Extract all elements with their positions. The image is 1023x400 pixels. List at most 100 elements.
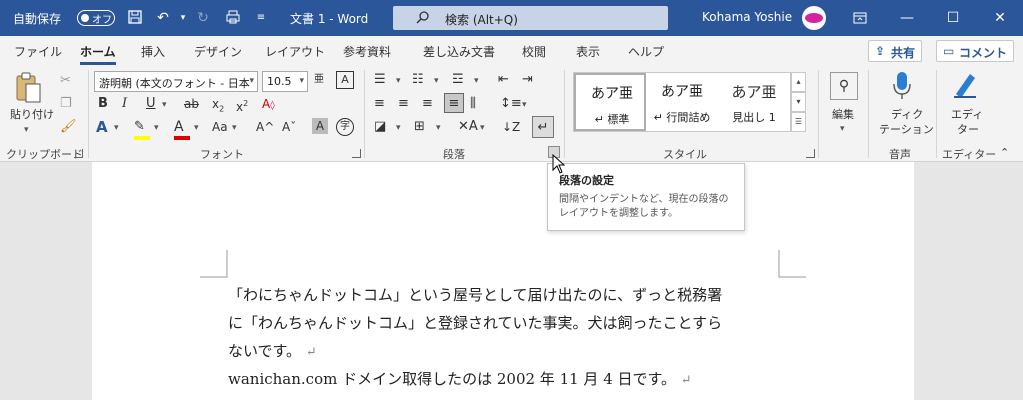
increase-indent-icon[interactable]: ⇥ — [522, 71, 533, 89]
editor-group-label: エディター — [942, 148, 997, 161]
align-right-icon[interactable]: ≡ — [422, 95, 433, 113]
margin-corner-top-right — [778, 250, 806, 278]
tab-layout[interactable]: レイアウト — [265, 43, 325, 60]
bullets-icon[interactable]: ☰ — [374, 71, 386, 89]
undo-icon[interactable]: ↶ — [154, 9, 172, 27]
autosave-toggle[interactable]: オフ — [77, 10, 115, 26]
save-icon[interactable] — [126, 9, 144, 27]
user-name[interactable]: Kohama Yoshie — [702, 10, 792, 24]
distributed-icon[interactable]: ⫼ — [470, 95, 476, 113]
styles-launcher-icon[interactable] — [806, 149, 815, 158]
highlight-dropdown-icon[interactable]: ▾ — [154, 119, 159, 137]
numbering-icon[interactable]: ☷ — [412, 71, 424, 89]
style-sample: あア亜 — [661, 84, 703, 100]
style-heading-1[interactable]: あア亜 見出し 1 — [718, 73, 790, 131]
underline-icon[interactable]: U — [146, 95, 156, 113]
avatar[interactable] — [802, 6, 826, 30]
undo-dropdown-icon[interactable]: ▾ — [174, 9, 192, 27]
style-normal[interactable]: あア亜 ↵ 標準 — [574, 73, 646, 131]
styles-group-label: スタイル — [663, 148, 707, 161]
change-case-dropdown-icon[interactable]: ▾ — [232, 119, 237, 137]
font-size-box[interactable]: 10.5 ▾ — [262, 71, 308, 92]
tab-mailings[interactable]: 差し込み文書 — [423, 43, 495, 60]
strikethrough-icon[interactable]: ab — [184, 95, 199, 113]
tab-review[interactable]: 校閲 — [522, 43, 546, 60]
enclose-characters-icon[interactable]: A — [336, 71, 354, 89]
text-effects-dropdown-icon[interactable]: ▾ — [114, 119, 119, 137]
gallery-more-icon[interactable]: ☰ — [791, 112, 806, 132]
bold-icon[interactable]: B — [98, 95, 108, 113]
search-box[interactable]: 検索 (Alt+Q) — [393, 6, 668, 30]
tab-design[interactable]: デザイン — [194, 43, 242, 60]
font-name-box[interactable]: 游明朝 (本文のフォント - 日本 ▾ — [94, 71, 258, 92]
customize-qat-icon[interactable]: ≡ — [252, 9, 270, 27]
maximize-icon[interactable]: ☐ — [930, 0, 976, 36]
minimize-icon[interactable]: — — [884, 0, 930, 36]
style-no-spacing[interactable]: あア亜 ↵ 行間詰め — [646, 73, 718, 131]
font-color-dropdown-icon[interactable]: ▾ — [194, 119, 199, 137]
character-shading-icon[interactable]: A — [312, 118, 328, 134]
justify-icon[interactable]: ≡ — [444, 93, 464, 113]
format-painter-icon[interactable]: 🖌 — [60, 118, 77, 136]
share-button[interactable]: ⇪ 共有 — [868, 40, 923, 62]
asian-layout-icon[interactable]: ✕A — [458, 118, 478, 136]
ribbon-display-options-icon[interactable] — [837, 0, 883, 36]
superscript-icon[interactable]: x2 — [236, 95, 248, 116]
multilevel-list-icon[interactable]: ☲ — [452, 71, 464, 89]
borders-dropdown-icon[interactable]: ▾ — [436, 119, 441, 137]
styles-gallery-scroll: ▴ ▾ ☰ — [791, 72, 806, 132]
shading-icon[interactable]: ◪ — [374, 118, 386, 136]
tab-references[interactable]: 参考資料 — [343, 43, 391, 60]
cut-icon[interactable]: ✂ — [60, 72, 71, 90]
tab-help[interactable]: ヘルプ — [628, 43, 664, 60]
autosave-label: 自動保存 — [13, 12, 62, 26]
close-icon[interactable]: ✕ — [977, 0, 1023, 36]
highlight-icon[interactable]: ✎ — [134, 118, 145, 136]
borders-icon[interactable]: ⊞ — [414, 118, 425, 136]
font-launcher-icon[interactable] — [352, 149, 361, 158]
comments-button[interactable]: ▭ コメント — [936, 40, 1015, 62]
gallery-down-icon[interactable]: ▾ — [791, 92, 806, 112]
editor-label-2: ター — [957, 123, 979, 136]
decrease-indent-icon[interactable]: ⇤ — [498, 71, 509, 89]
numbering-dropdown-icon[interactable]: ▾ — [434, 72, 439, 90]
align-center-icon[interactable]: ≡ — [398, 95, 409, 113]
enclosed-character-icon[interactable]: 字 — [336, 118, 354, 136]
document-line: wanichan.com ドメイン取得したのは 2002 年 11 月 4 日で… — [228, 368, 692, 389]
text-effects-icon[interactable]: A — [96, 118, 108, 136]
tooltip-desc-line: 間隔やインデントなど、現在の段落の — [559, 194, 729, 205]
redo-icon[interactable]: ↻ — [194, 9, 212, 27]
shading-dropdown-icon[interactable]: ▾ — [396, 119, 401, 137]
clipboard-launcher-icon[interactable] — [74, 149, 83, 158]
line-spacing-dropdown-icon[interactable]: ▾ — [522, 96, 527, 114]
microphone-icon — [893, 72, 911, 99]
document-title: 文書 1 - Word — [290, 12, 369, 26]
tab-insert[interactable]: 挿入 — [141, 43, 165, 60]
quick-print-icon[interactable] — [224, 9, 242, 27]
change-case-icon[interactable]: Aa — [212, 118, 228, 136]
font-color-icon[interactable]: A — [174, 118, 184, 136]
align-left-icon[interactable]: ≡ — [374, 95, 385, 113]
tab-file[interactable]: ファイル — [14, 43, 62, 60]
copy-icon[interactable]: ❐ — [60, 95, 72, 113]
document-page[interactable]: 「わにちゃんドットコム」という屋号として届け出たのに、ずっと税務署 に「わんちゃ… — [92, 162, 914, 400]
document-text: 「わにちゃんドットコム」という屋号として届け出たのに、ずっと税務署 — [228, 286, 723, 304]
italic-icon[interactable]: I — [122, 95, 127, 113]
multilevel-dropdown-icon[interactable]: ▾ — [474, 72, 479, 90]
clear-formatting-icon[interactable]: A◊ — [262, 95, 275, 115]
phonetic-guide-icon[interactable]: 亜 — [314, 71, 324, 89]
bullets-dropdown-icon[interactable]: ▾ — [396, 72, 401, 90]
underline-dropdown-icon[interactable]: ▾ — [162, 96, 167, 114]
sort-icon[interactable]: ↓Z — [502, 118, 520, 136]
line-spacing-icon[interactable]: ↕≡ — [500, 95, 522, 113]
paste-dropdown-icon[interactable]: ▾ — [24, 121, 29, 139]
grow-font-icon[interactable]: A^ — [256, 118, 274, 136]
shrink-font-icon[interactable]: Aˇ — [282, 118, 296, 136]
asian-layout-dropdown-icon[interactable]: ▾ — [480, 119, 485, 137]
tab-home[interactable]: ホーム — [80, 43, 116, 60]
show-hide-marks-icon[interactable]: ↵ — [532, 116, 554, 138]
tab-view[interactable]: 表示 — [576, 43, 600, 60]
gallery-up-icon[interactable]: ▴ — [791, 72, 806, 92]
collapse-ribbon-icon[interactable]: ⌃ — [1000, 144, 1009, 162]
subscript-icon[interactable]: x2 — [212, 95, 224, 118]
